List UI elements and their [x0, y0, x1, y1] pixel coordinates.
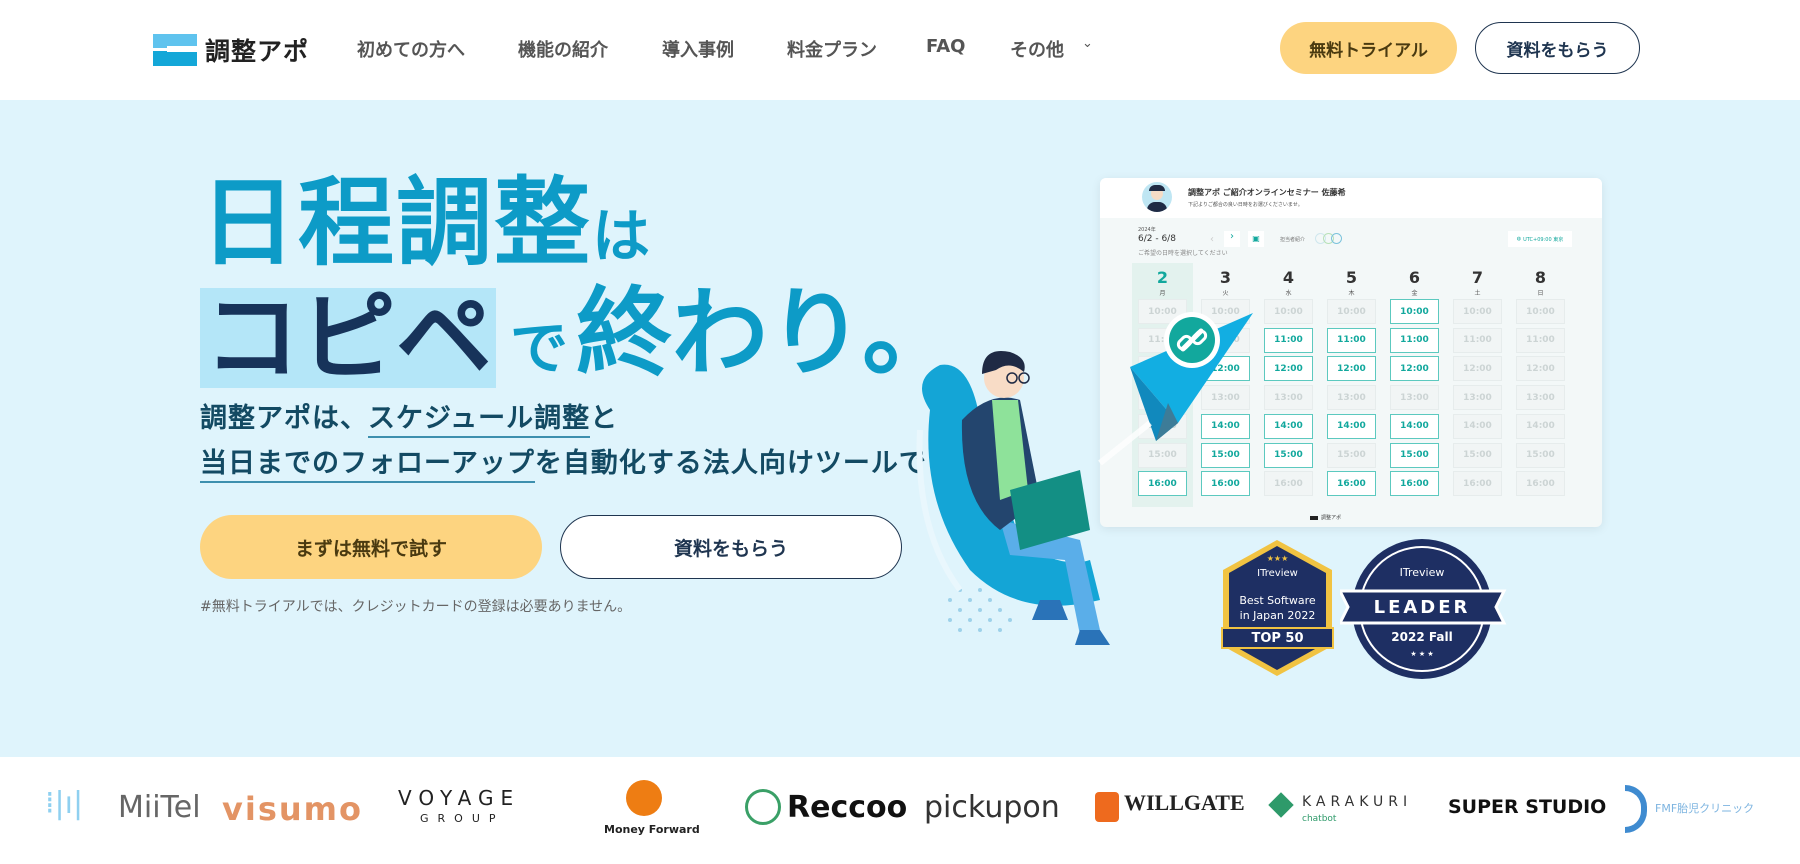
chevron-down-icon[interactable]: ⌄ [1082, 36, 1093, 51]
next-week-icon[interactable]: › [1224, 231, 1240, 247]
calendar-title: 調整アポ ご紹介オンラインセミナー 佐藤希 [1188, 188, 1346, 197]
time-slot-available[interactable]: 12:00 [1327, 356, 1376, 382]
time-slot-unavailable: 16:00 [1453, 471, 1502, 497]
time-slot-unavailable: 13:00 [1453, 385, 1502, 411]
day-label: 火 [1222, 290, 1229, 297]
time-slot-unavailable: 16:00 [1516, 471, 1565, 497]
day-label: 金 [1411, 290, 1418, 297]
time-slot-available[interactable]: 11:00 [1390, 327, 1439, 353]
logo-willgate: WILLGATE [1124, 790, 1245, 815]
day-number: 6 [1408, 268, 1421, 287]
trial-note: #無料トライアルでは、クレジットカードの登録は必要ありません。 [200, 599, 632, 615]
logo-mark-icon [153, 34, 197, 66]
nav-pricing[interactable]: 料金プラン [787, 36, 877, 62]
calendar-header: 調整アポ ご紹介オンラインセミナー 佐藤希 下記よりご都合の良い日時をお選びくだ… [1100, 178, 1602, 218]
time-slot-available[interactable]: 16:00 [1327, 471, 1376, 497]
time-slot-unavailable: 15:00 [1516, 442, 1565, 468]
day-label: 月 [1159, 290, 1166, 297]
time-slot-available[interactable]: 16:00 [1390, 471, 1439, 497]
calendar-instruction: ご希望の日時を選択してください [1138, 250, 1228, 257]
logo-moneyforward: Money Forward [604, 823, 700, 836]
time-slot-unavailable: 13:00 [1390, 385, 1439, 411]
day-number: 8 [1534, 268, 1547, 287]
logo-fmf: FMF胎児クリニック [1655, 802, 1755, 815]
docs-cta[interactable]: 資料をもらう [560, 515, 902, 579]
nav-cases[interactable]: 導入事例 [662, 36, 734, 62]
logo-reccoo: Reccoo [787, 790, 908, 825]
day-number: 4 [1282, 268, 1295, 287]
calendar-subtitle: 下記よりご都合の良い日時をお選びくださいませ。 [1188, 202, 1303, 208]
day-number: 7 [1471, 268, 1484, 287]
calendar-footer: 調整アポ [1310, 514, 1341, 521]
staff-label: 担当者紹介 [1280, 237, 1306, 243]
time-slot-unavailable: 13:00 [1516, 385, 1565, 411]
day-label: 木 [1348, 290, 1355, 297]
time-slot-unavailable: 10:00 [1516, 299, 1565, 324]
time-slot-unavailable: 11:00 [1516, 327, 1565, 353]
staff-avatars [1315, 233, 1342, 244]
time-slot-unavailable: 13:00 [1327, 385, 1376, 411]
hero-title-line1: 日程調整は [200, 167, 653, 279]
calendar-range: 6/2 - 6/8 [1138, 234, 1176, 244]
badge-leader: ITreview LEADER 2022 Fall ★ ★ ★ [1340, 536, 1510, 681]
avatar [1142, 182, 1172, 212]
logo-voyage: VOYAGE [398, 786, 521, 810]
trial-button[interactable]: 無料トライアル [1280, 22, 1457, 74]
time-slot-unavailable: 10:00 [1327, 299, 1376, 324]
logo-visumo: visumo [222, 790, 363, 828]
moneyforward-icon [626, 780, 662, 816]
willgate-icon [1095, 792, 1119, 822]
time-slot-unavailable: 14:00 [1453, 413, 1502, 439]
time-slot-available[interactable]: 12:00 [1390, 356, 1439, 382]
site-header: 調整アポ 初めての方へ 機能の紹介 導入事例 料金プラン FAQ その他 ⌄ 無… [0, 0, 1800, 100]
nav-beginners[interactable]: 初めての方へ [357, 36, 465, 62]
time-slot-unavailable: 15:00 [1453, 442, 1502, 468]
prev-week-icon[interactable]: ‹ [1210, 234, 1214, 245]
time-slot-available[interactable]: 14:00 [1390, 413, 1439, 439]
day-number: 3 [1219, 268, 1232, 287]
logo[interactable]: 調整アポ [153, 32, 309, 68]
free-trial-cta[interactable]: まずは無料で試す [200, 515, 542, 579]
logo-voyage-group: GROUP [420, 812, 505, 825]
dot-pattern [948, 588, 1012, 632]
nav-faq[interactable]: FAQ [926, 36, 965, 57]
hero-title-line2: コピペ で 終わり。 [200, 278, 958, 388]
reccoo-icon [745, 789, 781, 825]
time-slot-available[interactable]: 10:00 [1390, 299, 1439, 324]
time-slot-unavailable: 14:00 [1516, 413, 1565, 439]
time-slot-unavailable: 12:00 [1453, 356, 1502, 382]
time-slot-unavailable: 11:00 [1453, 327, 1502, 353]
calendar-icon[interactable]: ▣ [1248, 231, 1264, 247]
day-label: 土 [1474, 290, 1481, 297]
time-slot-unavailable: 10:00 [1453, 299, 1502, 324]
logo-superstudio: SUPER STUDIO [1448, 796, 1607, 818]
globe-icon: ◍ [1516, 236, 1522, 242]
day-number: 2 [1156, 268, 1169, 287]
day-label: 日 [1537, 290, 1544, 297]
time-slot-available[interactable]: 11:00 [1327, 327, 1376, 353]
time-slot-unavailable: 15:00 [1327, 442, 1376, 468]
time-slot-available[interactable]: 14:00 [1327, 413, 1376, 439]
timezone-selector[interactable]: ◍ UTC+09:00 東京 [1508, 231, 1572, 247]
time-slot-available[interactable]: 15:00 [1390, 442, 1439, 468]
hero-subtitle-line1: 調整アポは、スケジュール調整と [200, 396, 618, 438]
logo-miitel: MiiTel [118, 790, 201, 825]
link-icon [1164, 312, 1220, 368]
nav-features[interactable]: 機能の紹介 [518, 36, 608, 62]
docs-button[interactable]: 資料をもらう [1475, 22, 1640, 74]
day-label: 水 [1285, 290, 1292, 297]
time-slot-unavailable: 12:00 [1516, 356, 1565, 382]
logo-karakuri: KARAKURI [1302, 794, 1413, 810]
logo-text: 調整アポ [205, 37, 310, 66]
miitel-icon: ⁞|ı| [45, 786, 84, 821]
calendar-year: 2024年 [1138, 227, 1156, 233]
logo-pickupon: pickupon [924, 790, 1060, 825]
highlight-text: コピペ [200, 288, 496, 388]
nav-other[interactable]: その他 [1010, 36, 1064, 62]
hero-subtitle-line2: 当日までのフォローアップを自動化する法人向けツールです。 [200, 441, 980, 483]
day-number: 5 [1345, 268, 1358, 287]
badge-best-software: ★★★ ITreview Best Software in Japan 2022… [1220, 538, 1335, 678]
